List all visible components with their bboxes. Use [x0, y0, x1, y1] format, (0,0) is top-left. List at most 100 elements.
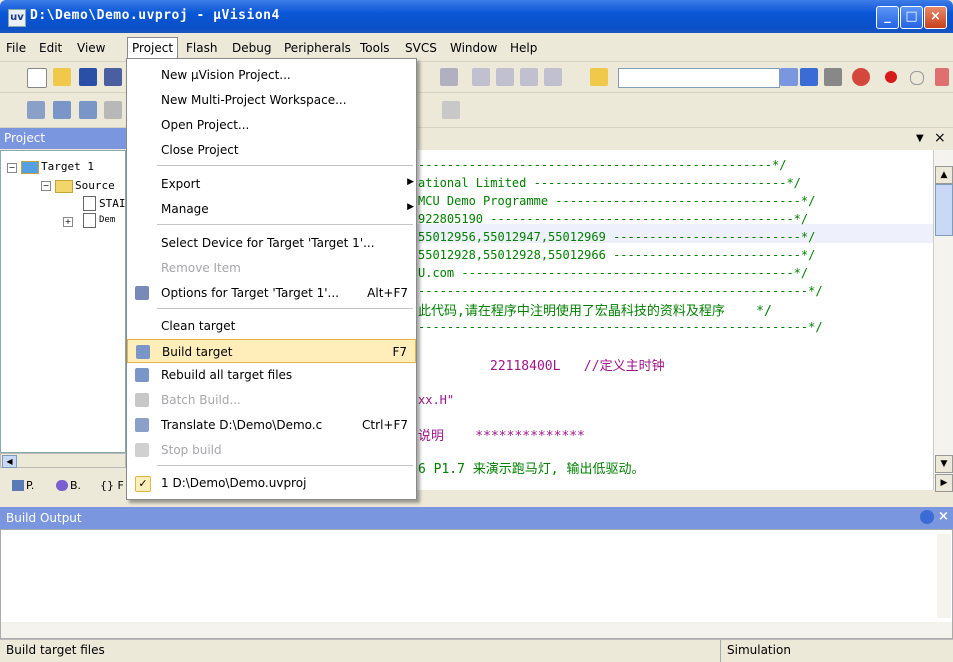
menu-separator [157, 165, 413, 166]
status-text: Build target files [6, 643, 105, 657]
scroll-thumb[interactable] [935, 184, 953, 236]
find-in-files-icon[interactable] [590, 68, 608, 86]
find-combo[interactable] [618, 68, 780, 88]
menu-item-close-project[interactable]: Close Project [127, 138, 416, 162]
menu-separator [157, 465, 413, 466]
title-bar: uv D:\Demo\Demo.uvproj - µVision4 _ □ × [0, 0, 953, 33]
menu-separator [157, 308, 413, 309]
menu-item-new-workspace[interactable]: New Multi-Project Workspace... [127, 88, 416, 112]
kill-breakpoints-icon[interactable] [935, 68, 949, 86]
new-file-icon[interactable] [27, 68, 47, 88]
find-icon[interactable] [800, 68, 818, 86]
manage-components-icon[interactable] [442, 101, 460, 119]
menu-tools[interactable]: Tools [360, 41, 390, 55]
unindent-icon[interactable] [496, 68, 514, 86]
menu-help[interactable]: Help [510, 41, 537, 55]
breakpoint-icon[interactable] [885, 71, 897, 83]
menu-item-clean-target[interactable]: Clean target [127, 314, 416, 338]
menu-item-batch-build: Batch Build... [127, 388, 416, 412]
window-title: D:\Demo\Demo.uvproj - µVision4 [30, 8, 280, 23]
menu-item-new-project[interactable]: New µVision Project... [127, 63, 416, 87]
menu-debug[interactable]: Debug [232, 41, 271, 55]
menu-item-select-device[interactable]: Select Device for Target 'Target 1'... [127, 231, 416, 255]
menu-file[interactable]: File [6, 41, 26, 55]
submenu-arrow-icon: ▶ [407, 202, 414, 212]
tree-item-source[interactable]: Source [75, 179, 115, 192]
collapse-icon[interactable]: − [7, 163, 17, 173]
code-line: MCU Demo Programme ---------------------… [418, 194, 816, 208]
menu-item-options-target[interactable]: Options for Target 'Target 1'... Alt+F7 [127, 281, 416, 305]
editor-close-icon[interactable]: × [934, 130, 946, 146]
menu-flash[interactable]: Flash [186, 41, 217, 55]
build-output-area[interactable] [0, 529, 953, 639]
uncomment-icon[interactable] [544, 68, 562, 86]
rebuild-icon [135, 368, 149, 382]
project-menu: New µVision Project... New Multi-Project… [126, 58, 417, 500]
menu-item-export[interactable]: Export ▶ [127, 172, 416, 196]
code-line: xx.H" [418, 393, 455, 407]
options-wand-icon [135, 286, 149, 300]
project-tabs: P. B. {} F [0, 471, 126, 499]
tab-project[interactable]: P. [26, 479, 34, 492]
minimize-button[interactable]: _ [876, 6, 899, 29]
menu-svcs[interactable]: SVCS [405, 41, 437, 55]
menu-item-manage[interactable]: Manage ▶ [127, 197, 416, 221]
build-output-close-icon[interactable]: × [938, 509, 949, 524]
build-vscrollbar[interactable] [937, 534, 951, 618]
collapse-icon[interactable]: − [41, 181, 51, 191]
tab-functions[interactable]: {} F [100, 479, 124, 492]
code-line: ----------------------------------------… [418, 284, 823, 298]
save-icon[interactable] [79, 68, 97, 86]
close-button[interactable]: × [924, 6, 947, 29]
dropdown-icon[interactable] [780, 68, 798, 86]
menu-item-build-target[interactable]: Build target F7 [127, 339, 416, 363]
build-output-icon[interactable] [920, 510, 934, 524]
batch-build-icon [135, 393, 149, 407]
tree-item-demo[interactable]: Dem [99, 215, 115, 225]
build-hscrollbar[interactable] [1, 622, 952, 638]
rebuild-icon[interactable] [79, 101, 97, 119]
build-icon[interactable] [53, 101, 71, 119]
batch-build-icon[interactable] [104, 101, 122, 119]
menu-edit[interactable]: Edit [39, 41, 62, 55]
save-all-icon[interactable] [104, 68, 122, 86]
editor-vscrollbar[interactable]: ▲ ▼ ▶ [933, 150, 953, 492]
tree-item-startup[interactable]: STAI [99, 197, 126, 210]
menu-window[interactable]: Window [450, 41, 497, 55]
tab-books[interactable]: B. [70, 479, 81, 492]
file-icon [83, 213, 96, 228]
translate-icon[interactable] [27, 101, 45, 119]
scroll-right-icon[interactable]: ▶ [935, 474, 953, 492]
tree-item-target[interactable]: Target 1 [41, 160, 94, 173]
project-hscrollbar[interactable]: ◀ [0, 453, 126, 468]
code-line: 6 P1.7 来演示跑马灯, 输出低驱动。 [418, 462, 645, 477]
editor-menu-icon[interactable]: ▼ [916, 133, 924, 144]
breakpoint-disabled-icon[interactable] [910, 71, 924, 85]
target-icon [21, 161, 39, 174]
bookmark-icon[interactable] [440, 68, 458, 86]
code-line: ----------------------------------------… [418, 158, 787, 172]
expand-icon[interactable]: + [63, 217, 73, 227]
status-mode: Simulation [720, 640, 797, 662]
comment-icon[interactable] [520, 68, 538, 86]
menu-item-open-project[interactable]: Open Project... [127, 113, 416, 137]
menu-item-recent-project[interactable]: ✓ 1 D:\Demo\Demo.uvproj [127, 471, 416, 495]
menu-view[interactable]: View [77, 41, 105, 55]
scroll-down-icon[interactable]: ▼ [935, 455, 953, 473]
menu-item-translate[interactable]: Translate D:\Demo\Demo.c Ctrl+F7 [127, 413, 416, 437]
code-line: ----------------------------------------… [418, 320, 823, 334]
scroll-left-icon[interactable]: ◀ [2, 455, 17, 468]
menu-peripherals[interactable]: Peripherals [284, 41, 351, 55]
project-panel-title: Project [4, 131, 46, 145]
scroll-up-icon[interactable]: ▲ [935, 166, 953, 184]
debug-start-icon[interactable] [852, 68, 870, 86]
code-line: U.com ----------------------------------… [418, 266, 809, 280]
maximize-button[interactable]: □ [900, 6, 923, 29]
menu-item-stop-build: Stop build [127, 438, 416, 462]
tool-icon[interactable] [824, 68, 842, 86]
build-output-title: Build Output [6, 511, 82, 525]
menu-item-rebuild[interactable]: Rebuild all target files [127, 363, 416, 387]
open-folder-icon[interactable] [53, 68, 71, 86]
build-icon [136, 345, 150, 359]
indent-icon[interactable] [472, 68, 490, 86]
